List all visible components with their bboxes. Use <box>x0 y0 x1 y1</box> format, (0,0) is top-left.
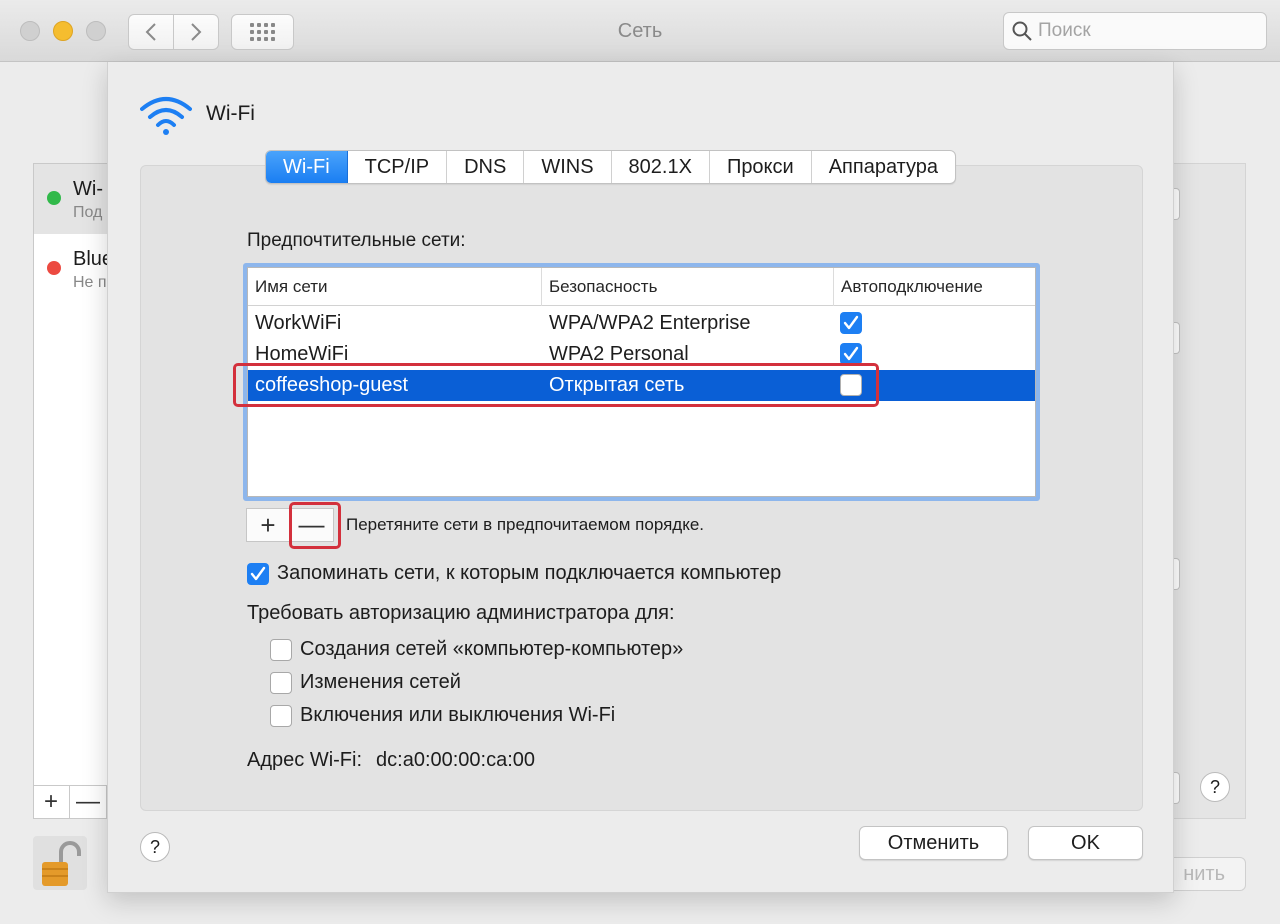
tab-wins[interactable]: WINS <box>524 151 612 183</box>
admin-option-create-networks[interactable]: Создания сетей «компьютер-компьютер» <box>270 638 683 661</box>
search-icon <box>1012 21 1032 41</box>
tab-proxy[interactable]: Прокси <box>710 151 812 183</box>
wifi-address-label: Адрес Wi-Fi: <box>247 749 363 771</box>
add-service-button[interactable]: + <box>33 786 70 819</box>
tab-dns[interactable]: DNS <box>447 151 525 183</box>
remember-networks-option[interactable]: Запоминать сети, к которым подключается … <box>247 562 781 585</box>
cancel-button[interactable]: Отменить <box>859 826 1008 860</box>
search-placeholder: Поиск <box>1038 20 1091 41</box>
create-networks-checkbox[interactable] <box>270 638 292 661</box>
tab-8021x[interactable]: 802.1X <box>612 151 710 183</box>
wifi-advanced-sheet: Wi-Fi Wi-Fi TCP/IP DNS WINS 802.1X Прокс… <box>107 62 1174 893</box>
help-button[interactable]: ? <box>140 832 170 862</box>
remove-service-button[interactable]: — <box>70 786 107 819</box>
status-dot-red <box>47 261 61 275</box>
service-item-wifi[interactable]: Wi- Под <box>34 164 112 234</box>
create-networks-label: Создания сетей «компьютер-компьютер» <box>300 638 684 660</box>
network-name: WorkWiFi <box>255 312 342 334</box>
drag-hint: Перетяните сети в предпочитаемом порядке… <box>346 515 705 534</box>
service-status: Под <box>73 204 103 221</box>
service-name: Wi- <box>73 178 103 200</box>
ok-button[interactable]: OK <box>1028 826 1143 860</box>
highlight-annotation <box>289 502 341 549</box>
tab-tcpip[interactable]: TCP/IP <box>348 151 448 183</box>
change-networks-label: Изменения сетей <box>300 671 461 693</box>
tab-hardware[interactable]: Аппаратура <box>812 151 955 183</box>
add-network-button[interactable]: + <box>246 508 290 542</box>
preferred-networks-label: Предпочтительные сети: <box>247 230 466 251</box>
service-plus-minus: + — <box>33 785 111 819</box>
wifi-address: Адрес Wi-Fi: dc:a0:00:00:ca:00 <box>247 749 535 772</box>
checkmark-icon <box>843 346 859 361</box>
column-header-autojoin[interactable]: Автоподключение <box>833 268 983 306</box>
status-dot-green <box>47 191 61 205</box>
wifi-address-value: dc:a0:00:00:ca:00 <box>376 749 536 771</box>
remember-networks-label: Запоминать сети, к которым подключается … <box>277 562 782 584</box>
admin-option-toggle-wifi[interactable]: Включения или выключения Wi-Fi <box>270 704 615 727</box>
network-security: WPA/WPA2 Enterprise <box>549 312 751 334</box>
autojoin-checkbox[interactable] <box>840 312 862 334</box>
column-header-name[interactable]: Имя сети <box>248 268 328 306</box>
toggle-wifi-label: Включения или выключения Wi-Fi <box>300 704 616 726</box>
sheet-title: Wi-Fi <box>206 102 255 125</box>
service-status: Не п <box>73 274 107 291</box>
column-header-security[interactable]: Безопасность <box>541 268 657 306</box>
toggle-wifi-checkbox[interactable] <box>270 704 292 727</box>
help-button[interactable]: ? <box>1200 772 1230 802</box>
title-bar: Сеть Поиск <box>0 0 1280 62</box>
change-networks-checkbox[interactable] <box>270 671 292 694</box>
require-admin-label: Требовать авторизацию администратора для… <box>247 602 675 624</box>
search-field[interactable]: Поиск <box>1003 12 1267 50</box>
service-item-bluetooth[interactable]: Blue Не п <box>34 234 113 304</box>
checkmark-icon <box>843 315 859 330</box>
admin-option-change-networks[interactable]: Изменения сетей <box>270 671 461 694</box>
service-list: Wi- Под Blue Не п <box>33 163 113 819</box>
remember-networks-checkbox[interactable] <box>247 562 269 585</box>
tab-bar: Wi-Fi TCP/IP DNS WINS 802.1X Прокси Аппа… <box>265 150 957 184</box>
wifi-icon <box>140 97 192 135</box>
table-header: Имя сети Безопасность Автоподключение <box>248 268 1035 306</box>
details-pane <box>1170 163 1246 819</box>
table-row[interactable]: WorkWiFi WPA/WPA2 Enterprise <box>248 308 1035 339</box>
autojoin-checkbox[interactable] <box>840 343 862 365</box>
checkmark-icon <box>250 566 266 580</box>
lock-icon[interactable] <box>33 836 87 890</box>
highlight-annotation <box>233 363 879 407</box>
tab-wifi[interactable]: Wi-Fi <box>266 151 348 183</box>
